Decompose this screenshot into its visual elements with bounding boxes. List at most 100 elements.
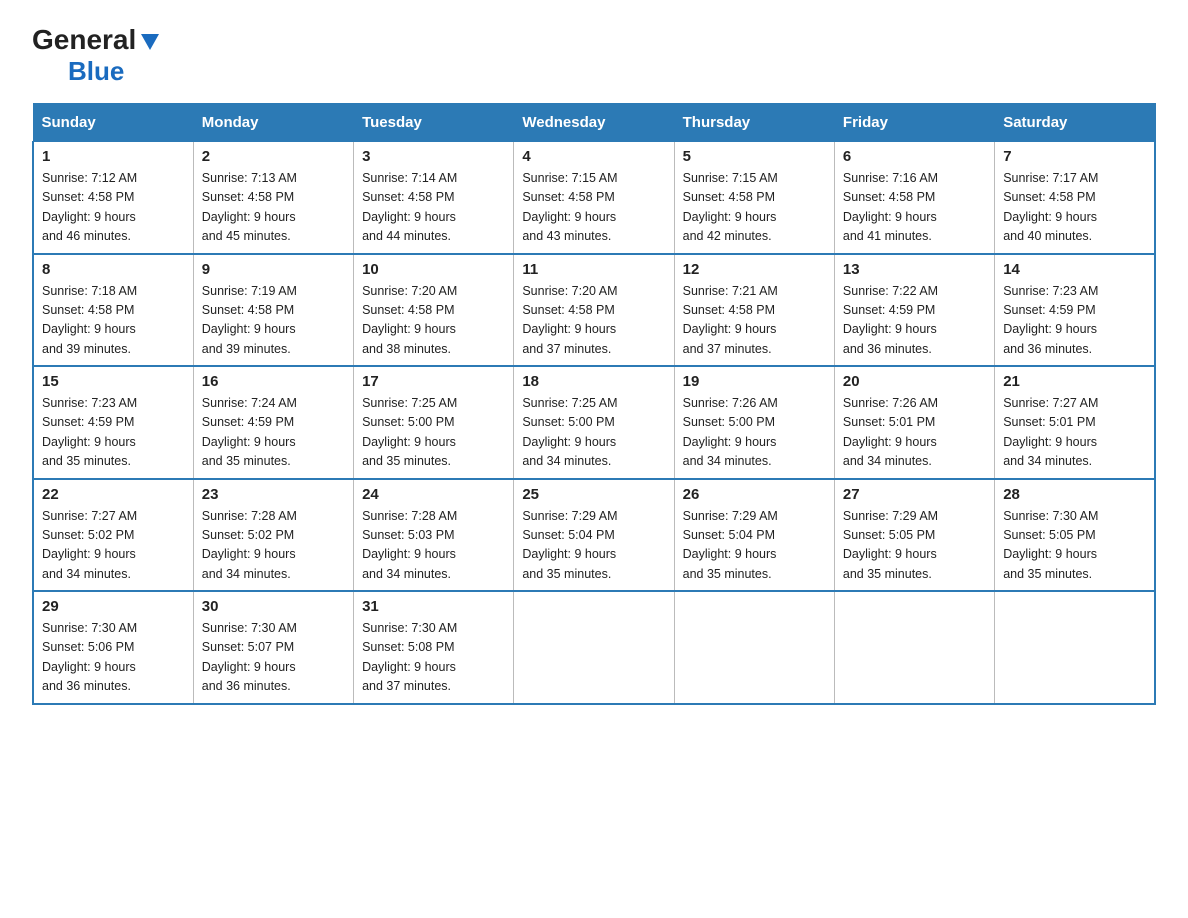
calendar-cell: [514, 591, 674, 704]
week-row-5: 29 Sunrise: 7:30 AM Sunset: 5:06 PM Dayl…: [33, 591, 1155, 704]
day-number: 14: [1003, 261, 1146, 278]
calendar-cell: [674, 591, 834, 704]
calendar-cell: 21 Sunrise: 7:27 AM Sunset: 5:01 PM Dayl…: [995, 366, 1155, 479]
day-number: 8: [42, 261, 185, 278]
calendar-cell: 13 Sunrise: 7:22 AM Sunset: 4:59 PM Dayl…: [834, 254, 994, 367]
day-number: 4: [522, 148, 665, 165]
day-number: 17: [362, 373, 505, 390]
weekday-header-saturday: Saturday: [995, 104, 1155, 142]
day-info: Sunrise: 7:30 AM Sunset: 5:08 PM Dayligh…: [362, 619, 505, 697]
day-number: 22: [42, 486, 185, 503]
calendar-cell: 23 Sunrise: 7:28 AM Sunset: 5:02 PM Dayl…: [193, 479, 353, 592]
day-info: Sunrise: 7:30 AM Sunset: 5:07 PM Dayligh…: [202, 619, 345, 697]
day-info: Sunrise: 7:20 AM Sunset: 4:58 PM Dayligh…: [362, 282, 505, 360]
weekday-header-sunday: Sunday: [33, 104, 193, 142]
week-row-1: 1 Sunrise: 7:12 AM Sunset: 4:58 PM Dayli…: [33, 142, 1155, 254]
day-info: Sunrise: 7:12 AM Sunset: 4:58 PM Dayligh…: [42, 169, 185, 247]
calendar-cell: 4 Sunrise: 7:15 AM Sunset: 4:58 PM Dayli…: [514, 142, 674, 254]
logo-blue-text: Blue: [68, 56, 124, 86]
calendar-cell: [995, 591, 1155, 704]
weekday-header-friday: Friday: [834, 104, 994, 142]
calendar-cell: 14 Sunrise: 7:23 AM Sunset: 4:59 PM Dayl…: [995, 254, 1155, 367]
day-number: 28: [1003, 486, 1146, 503]
calendar-cell: 15 Sunrise: 7:23 AM Sunset: 4:59 PM Dayl…: [33, 366, 193, 479]
calendar-table: SundayMondayTuesdayWednesdayThursdayFrid…: [32, 103, 1156, 705]
calendar-cell: 18 Sunrise: 7:25 AM Sunset: 5:00 PM Dayl…: [514, 366, 674, 479]
day-number: 3: [362, 148, 505, 165]
day-info: Sunrise: 7:27 AM Sunset: 5:02 PM Dayligh…: [42, 507, 185, 585]
day-info: Sunrise: 7:21 AM Sunset: 4:58 PM Dayligh…: [683, 282, 826, 360]
calendar-cell: 11 Sunrise: 7:20 AM Sunset: 4:58 PM Dayl…: [514, 254, 674, 367]
day-number: 12: [683, 261, 826, 278]
day-info: Sunrise: 7:27 AM Sunset: 5:01 PM Dayligh…: [1003, 394, 1146, 472]
weekday-header-wednesday: Wednesday: [514, 104, 674, 142]
day-info: Sunrise: 7:29 AM Sunset: 5:04 PM Dayligh…: [683, 507, 826, 585]
day-info: Sunrise: 7:20 AM Sunset: 4:58 PM Dayligh…: [522, 282, 665, 360]
calendar-cell: 26 Sunrise: 7:29 AM Sunset: 5:04 PM Dayl…: [674, 479, 834, 592]
calendar-cell: 5 Sunrise: 7:15 AM Sunset: 4:58 PM Dayli…: [674, 142, 834, 254]
day-number: 26: [683, 486, 826, 503]
day-info: Sunrise: 7:15 AM Sunset: 4:58 PM Dayligh…: [522, 169, 665, 247]
calendar-cell: 6 Sunrise: 7:16 AM Sunset: 4:58 PM Dayli…: [834, 142, 994, 254]
day-number: 21: [1003, 373, 1146, 390]
day-info: Sunrise: 7:22 AM Sunset: 4:59 PM Dayligh…: [843, 282, 986, 360]
day-info: Sunrise: 7:30 AM Sunset: 5:05 PM Dayligh…: [1003, 507, 1146, 585]
calendar-cell: 28 Sunrise: 7:30 AM Sunset: 5:05 PM Dayl…: [995, 479, 1155, 592]
calendar-cell: 29 Sunrise: 7:30 AM Sunset: 5:06 PM Dayl…: [33, 591, 193, 704]
day-info: Sunrise: 7:23 AM Sunset: 4:59 PM Dayligh…: [42, 394, 185, 472]
weekday-header-thursday: Thursday: [674, 104, 834, 142]
calendar-cell: [834, 591, 994, 704]
calendar-cell: 8 Sunrise: 7:18 AM Sunset: 4:58 PM Dayli…: [33, 254, 193, 367]
day-info: Sunrise: 7:29 AM Sunset: 5:04 PM Dayligh…: [522, 507, 665, 585]
day-number: 15: [42, 373, 185, 390]
day-info: Sunrise: 7:24 AM Sunset: 4:59 PM Dayligh…: [202, 394, 345, 472]
day-number: 19: [683, 373, 826, 390]
day-number: 24: [362, 486, 505, 503]
day-number: 18: [522, 373, 665, 390]
day-number: 20: [843, 373, 986, 390]
day-number: 11: [522, 261, 665, 278]
day-number: 1: [42, 148, 185, 165]
calendar-cell: 2 Sunrise: 7:13 AM Sunset: 4:58 PM Dayli…: [193, 142, 353, 254]
weekday-header-monday: Monday: [193, 104, 353, 142]
calendar-cell: 20 Sunrise: 7:26 AM Sunset: 5:01 PM Dayl…: [834, 366, 994, 479]
day-number: 16: [202, 373, 345, 390]
calendar-cell: 25 Sunrise: 7:29 AM Sunset: 5:04 PM Dayl…: [514, 479, 674, 592]
day-number: 13: [843, 261, 986, 278]
calendar-cell: 10 Sunrise: 7:20 AM Sunset: 4:58 PM Dayl…: [354, 254, 514, 367]
day-info: Sunrise: 7:17 AM Sunset: 4:58 PM Dayligh…: [1003, 169, 1146, 247]
day-info: Sunrise: 7:25 AM Sunset: 5:00 PM Dayligh…: [522, 394, 665, 472]
logo: General Blue: [32, 24, 161, 87]
calendar-cell: 3 Sunrise: 7:14 AM Sunset: 4:58 PM Dayli…: [354, 142, 514, 254]
calendar-cell: 9 Sunrise: 7:19 AM Sunset: 4:58 PM Dayli…: [193, 254, 353, 367]
day-info: Sunrise: 7:26 AM Sunset: 5:00 PM Dayligh…: [683, 394, 826, 472]
logo-general-text: General: [32, 24, 136, 56]
day-number: 10: [362, 261, 505, 278]
calendar-cell: 24 Sunrise: 7:28 AM Sunset: 5:03 PM Dayl…: [354, 479, 514, 592]
day-info: Sunrise: 7:19 AM Sunset: 4:58 PM Dayligh…: [202, 282, 345, 360]
day-info: Sunrise: 7:18 AM Sunset: 4:58 PM Dayligh…: [42, 282, 185, 360]
day-number: 5: [683, 148, 826, 165]
day-info: Sunrise: 7:28 AM Sunset: 5:03 PM Dayligh…: [362, 507, 505, 585]
day-info: Sunrise: 7:13 AM Sunset: 4:58 PM Dayligh…: [202, 169, 345, 247]
day-number: 9: [202, 261, 345, 278]
calendar-cell: 27 Sunrise: 7:29 AM Sunset: 5:05 PM Dayl…: [834, 479, 994, 592]
day-number: 2: [202, 148, 345, 165]
calendar-cell: 16 Sunrise: 7:24 AM Sunset: 4:59 PM Dayl…: [193, 366, 353, 479]
day-info: Sunrise: 7:14 AM Sunset: 4:58 PM Dayligh…: [362, 169, 505, 247]
day-number: 27: [843, 486, 986, 503]
day-number: 29: [42, 598, 185, 615]
calendar-cell: 7 Sunrise: 7:17 AM Sunset: 4:58 PM Dayli…: [995, 142, 1155, 254]
day-number: 23: [202, 486, 345, 503]
week-row-2: 8 Sunrise: 7:18 AM Sunset: 4:58 PM Dayli…: [33, 254, 1155, 367]
day-number: 25: [522, 486, 665, 503]
day-info: Sunrise: 7:25 AM Sunset: 5:00 PM Dayligh…: [362, 394, 505, 472]
day-info: Sunrise: 7:26 AM Sunset: 5:01 PM Dayligh…: [843, 394, 986, 472]
day-info: Sunrise: 7:28 AM Sunset: 5:02 PM Dayligh…: [202, 507, 345, 585]
calendar-cell: 1 Sunrise: 7:12 AM Sunset: 4:58 PM Dayli…: [33, 142, 193, 254]
calendar-cell: 17 Sunrise: 7:25 AM Sunset: 5:00 PM Dayl…: [354, 366, 514, 479]
calendar-cell: 22 Sunrise: 7:27 AM Sunset: 5:02 PM Dayl…: [33, 479, 193, 592]
day-info: Sunrise: 7:30 AM Sunset: 5:06 PM Dayligh…: [42, 619, 185, 697]
week-row-3: 15 Sunrise: 7:23 AM Sunset: 4:59 PM Dayl…: [33, 366, 1155, 479]
page-header: General Blue: [32, 24, 1156, 87]
